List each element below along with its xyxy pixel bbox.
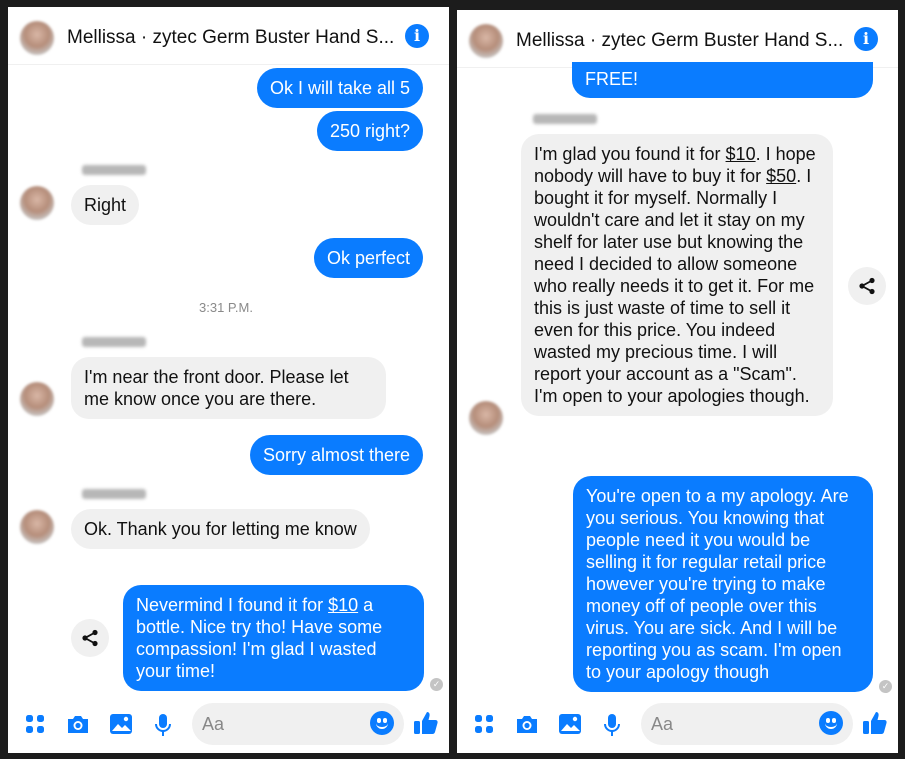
contact-avatar[interactable] bbox=[20, 21, 54, 55]
share-icon bbox=[859, 277, 875, 295]
share-button[interactable] bbox=[71, 619, 109, 657]
microphone-icon[interactable] bbox=[154, 713, 172, 737]
message-composer: Aa bbox=[457, 695, 898, 753]
sender-name-redacted bbox=[82, 489, 146, 499]
incoming-message[interactable]: Right bbox=[71, 185, 140, 225]
sender-name-redacted bbox=[533, 114, 597, 124]
sender-avatar[interactable] bbox=[20, 382, 54, 416]
chat-title[interactable]: Mellissa · zytec Germ Buster Hand S... bbox=[67, 27, 394, 49]
outgoing-message[interactable]: Ok I will take all 5 bbox=[256, 68, 423, 108]
outgoing-message[interactable]: 250 right? bbox=[316, 111, 423, 151]
share-button[interactable] bbox=[848, 267, 886, 305]
incoming-message[interactable]: I'm glad you found it for $10. I hope no… bbox=[521, 134, 833, 416]
share-icon bbox=[82, 629, 98, 647]
outgoing-message[interactable]: FREE! bbox=[572, 62, 873, 98]
message-composer: Aa bbox=[8, 695, 449, 753]
image-icon[interactable] bbox=[109, 713, 133, 735]
outgoing-message[interactable]: Nevermind I found it for $10 a bottle. N… bbox=[123, 585, 424, 691]
outgoing-message[interactable]: Ok perfect bbox=[313, 238, 423, 278]
camera-icon[interactable] bbox=[66, 713, 90, 735]
sender-name-redacted bbox=[82, 165, 146, 175]
left-chat-screenshot: Mellissa · zytec Germ Buster Hand S... i… bbox=[8, 7, 449, 753]
outgoing-message[interactable]: You're open to a my apology. Are you ser… bbox=[573, 476, 873, 692]
thumbs-up-icon[interactable] bbox=[862, 710, 888, 736]
contact-avatar[interactable] bbox=[469, 24, 503, 58]
emoji-icon[interactable] bbox=[370, 711, 394, 735]
sender-avatar[interactable] bbox=[469, 401, 503, 435]
camera-icon[interactable] bbox=[515, 713, 539, 735]
incoming-message[interactable]: I'm near the front door. Please let me k… bbox=[71, 357, 386, 419]
emoji-icon[interactable] bbox=[819, 711, 843, 735]
chat-header: Mellissa · zytec Germ Buster Hand S... i bbox=[457, 10, 898, 68]
outgoing-message[interactable]: Sorry almost there bbox=[249, 435, 423, 475]
message-input[interactable]: Aa bbox=[192, 703, 404, 745]
sender-name-redacted bbox=[82, 337, 146, 347]
chat-title[interactable]: Mellissa · zytec Germ Buster Hand S... bbox=[516, 30, 843, 52]
chat-header: Mellissa · zytec Germ Buster Hand S... i bbox=[8, 7, 449, 65]
message-input-placeholder: Aa bbox=[651, 714, 674, 734]
info-icon[interactable]: i bbox=[405, 24, 429, 48]
thumbs-up-icon[interactable] bbox=[413, 710, 439, 736]
image-icon[interactable] bbox=[558, 713, 582, 735]
info-icon[interactable]: i bbox=[854, 27, 878, 51]
sender-avatar[interactable] bbox=[20, 186, 54, 220]
incoming-message[interactable]: Ok. Thank you for letting me know bbox=[71, 509, 370, 549]
more-dots-icon[interactable] bbox=[473, 713, 495, 735]
microphone-icon[interactable] bbox=[603, 713, 621, 737]
seen-indicator-icon: ✓ bbox=[879, 680, 892, 693]
message-timestamp: 3:31 P.M. bbox=[199, 300, 253, 315]
sender-avatar[interactable] bbox=[20, 510, 54, 544]
more-dots-icon[interactable] bbox=[24, 713, 46, 735]
right-chat-screenshot: Mellissa · zytec Germ Buster Hand S... i… bbox=[457, 10, 898, 753]
seen-indicator-icon: ✓ bbox=[430, 678, 443, 691]
message-input-placeholder: Aa bbox=[202, 714, 225, 734]
message-input[interactable]: Aa bbox=[641, 703, 853, 745]
